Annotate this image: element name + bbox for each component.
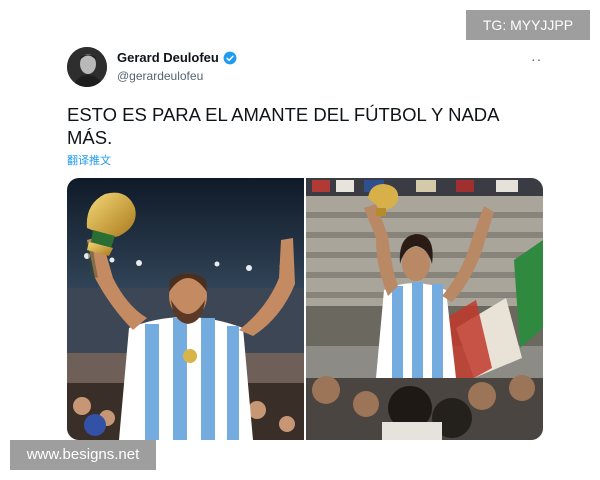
- photo-modern-celebration[interactable]: [67, 178, 304, 440]
- author-name-row[interactable]: Gerard Deulofeu: [117, 50, 237, 65]
- author-name[interactable]: Gerard Deulofeu: [117, 50, 219, 65]
- more-options-icon[interactable]: ··: [531, 51, 542, 67]
- photo-vintage-celebration-image: [306, 178, 543, 440]
- tweet-text: ESTO ES PARA EL AMANTE DEL FÚTBOL Y NADA…: [67, 104, 499, 148]
- verified-badge-icon: [223, 51, 237, 64]
- watermark-tg: TG: MYYJJPP: [466, 10, 590, 40]
- photo-modern-celebration-image: [67, 178, 304, 440]
- avatar[interactable]: [67, 47, 107, 87]
- author-block: Gerard Deulofeu @gerardeulofeu: [117, 50, 237, 83]
- translate-tweet-link[interactable]: 翻译推文: [67, 152, 111, 168]
- author-handle[interactable]: @gerardeulofeu: [117, 69, 237, 83]
- tweet-card: Gerard Deulofeu @gerardeulofeu ·· ESTO E…: [0, 0, 600, 480]
- tweet-media: [67, 178, 543, 440]
- photo-vintage-celebration[interactable]: [306, 178, 543, 440]
- watermark-site: www.besigns.net: [10, 440, 156, 470]
